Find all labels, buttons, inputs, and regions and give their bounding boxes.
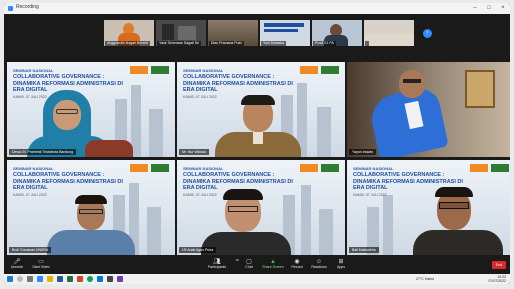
- wall-frame: [465, 70, 495, 108]
- participant-name-label: Budi Gunawan UNSRA: [9, 247, 52, 253]
- end-meeting-button[interactable]: End: [492, 261, 506, 269]
- minimize-button[interactable]: –: [468, 3, 482, 14]
- participant-thumb-name: Dian Pramana Putri: [209, 41, 244, 46]
- store-icon[interactable]: [107, 276, 113, 282]
- video-tile[interactable]: Yayan Irawan: [347, 62, 510, 157]
- windows-start-icon[interactable]: [7, 276, 13, 282]
- next-page-arrow-icon[interactable]: ›: [423, 29, 432, 38]
- logo-icon: [491, 164, 509, 172]
- video-tile[interactable]: SEMINAR NASIONAL COLLABORATIVE GOVERNANC…: [177, 160, 345, 255]
- slide-date: KAMIS, 07 JULI 2022: [183, 193, 217, 197]
- participants-button[interactable]: 👥︎ Participants: [204, 259, 230, 269]
- start-video-button[interactable]: ▭ Start Video: [28, 259, 54, 269]
- event-logos: [300, 66, 340, 74]
- word-icon[interactable]: [57, 276, 63, 282]
- participant-thumb-name: Yuni Dwisaka: [261, 41, 287, 46]
- participant-thumb[interactable]: Yasir Seneraan Sagati Se: [156, 20, 206, 46]
- slide-seminar-label: SEMINAR NASIONAL: [13, 166, 54, 171]
- logo-icon: [300, 66, 318, 74]
- unmute-button[interactable]: 🎤︎ Unmute: [4, 259, 30, 269]
- participant-thumb[interactable]: [364, 20, 414, 46]
- desktop: Recording – □ × Anggrandis Nagari Berser…: [0, 0, 514, 289]
- event-logos: [130, 164, 170, 172]
- search-icon[interactable]: [17, 276, 23, 282]
- event-logos: [470, 164, 510, 172]
- slide-date: KAMIS, 07 JULI 2022: [13, 193, 47, 197]
- powerpoint-icon[interactable]: [77, 276, 83, 282]
- video-stage: Anggrandis Nagari Berseri Yasir Seneraan…: [4, 14, 510, 257]
- logo-icon: [130, 164, 148, 172]
- slide-seminar-label: SEMINAR NASIONAL: [183, 166, 224, 171]
- meeting-toolbar: 🎤︎ Unmute ▭ Start Video 👥︎ Participants …: [4, 257, 510, 274]
- video-tile[interactable]: SEMINAR NASIONAL COLLABORATIVE GOVERNANC…: [7, 62, 175, 157]
- participant-thumb[interactable]: Dian Pramana Putri: [208, 20, 258, 46]
- chat-button[interactable]: ▢ Chat: [236, 259, 262, 269]
- weather-text: 27°C Kabut: [416, 277, 434, 281]
- participant-thumb[interactable]: Prodi S1 PA: [312, 20, 362, 46]
- participant-thumb[interactable]: Yuni Dwisaka: [260, 20, 310, 46]
- logo-icon: [300, 164, 318, 172]
- participant-thumb-name: Yasir Seneraan Sagati Se: [157, 41, 202, 46]
- system-clock[interactable]: 10:23 07/07/2022: [488, 275, 506, 283]
- slide-title: COLLABORATIVE GOVERNANCE : DINAMIKA REFO…: [13, 172, 123, 191]
- building-shape: [149, 109, 163, 157]
- logo-icon: [151, 164, 169, 172]
- slide-seminar-label: SEMINAR NASIONAL: [183, 68, 224, 73]
- task-view-icon[interactable]: [27, 276, 33, 282]
- building-shape: [317, 107, 331, 157]
- title-bar: Recording – □ ×: [4, 3, 510, 14]
- file-explorer-icon[interactable]: [47, 276, 53, 282]
- video-tile[interactable]: SEMINAR NASIONAL COLLABORATIVE GOVERNANC…: [7, 160, 175, 255]
- slide-title: COLLABORATIVE GOVERNANCE : DINAMIKA REFO…: [183, 74, 293, 93]
- participant-thumb[interactable]: Anggrandis Nagari Berseri: [104, 20, 154, 46]
- close-button[interactable]: ×: [496, 3, 510, 14]
- maximize-button[interactable]: □: [482, 3, 496, 14]
- logo-icon: [470, 164, 488, 172]
- zoom-app-icon: [8, 6, 13, 11]
- excel-icon[interactable]: [67, 276, 73, 282]
- window-title: Recording: [16, 4, 39, 10]
- share-screen-button[interactable]: ▲ Share Screen: [260, 259, 286, 269]
- slide-seminar-label: SEMINAR NASIONAL: [13, 68, 54, 73]
- event-logos: [300, 164, 340, 172]
- event-logos: [130, 66, 170, 74]
- logo-icon: [321, 164, 339, 172]
- participant-thumb-name: Prodi S1 PA: [313, 41, 336, 46]
- video-tile[interactable]: SEMINAR NASIONAL COLLABORATIVE GOVERNANC…: [177, 62, 345, 157]
- video-tile[interactable]: SEMINAR NASIONAL COLLABORATIVE GOVERNANC…: [347, 160, 510, 255]
- zoom-taskbar-icon[interactable]: [37, 276, 43, 282]
- participant-name-label: Yayan Irawan: [349, 149, 377, 155]
- windows-taskbar: 27°C Kabut 10:23 07/07/2022: [4, 274, 510, 284]
- logo-icon: [321, 66, 339, 74]
- chrome-icon[interactable]: [87, 276, 93, 282]
- slide-date: KAMIS, 07 JULI 2022: [183, 95, 217, 99]
- participant-name-label: Bali Makisdeba: [349, 247, 379, 253]
- participant-name-label: Mr. Nur Widodo: [179, 149, 210, 155]
- building-shape: [301, 185, 311, 255]
- zoom-window: Recording – □ × Anggrandis Nagari Berser…: [4, 3, 510, 284]
- building-shape: [383, 195, 393, 255]
- building-shape: [147, 207, 161, 255]
- logo-icon: [130, 66, 148, 74]
- participant-name-label: LR Anak Agus Putra: [179, 247, 217, 253]
- app-icon[interactable]: [117, 276, 123, 282]
- slide-date: KAMIS, 07 JULI 2022: [13, 95, 47, 99]
- participant-thumb-name: Anggrandis Nagari Berseri: [105, 41, 151, 46]
- slide-date: KAMIS, 07 JULI 2022: [353, 193, 387, 197]
- slide-seminar-label: SEMINAR NASIONAL: [353, 166, 394, 171]
- participant-name-label: Dewa Gt. Pramesti Tristwinda Bandung: [9, 149, 77, 155]
- apps-button[interactable]: ⊞ Apps: [328, 259, 354, 269]
- logo-icon: [151, 66, 169, 74]
- participant-thumb-name: [365, 41, 369, 46]
- building-shape: [319, 209, 333, 255]
- edge-icon[interactable]: [97, 276, 103, 282]
